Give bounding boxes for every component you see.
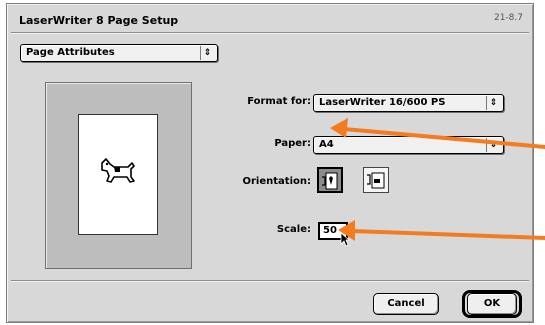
paper-popup[interactable]: A4 ⇕: [313, 136, 504, 154]
dialog-title: LaserWriter 8 Page Setup: [19, 14, 179, 27]
version-label: 21-8.7: [493, 13, 523, 23]
portrait-orientation-icon: [322, 172, 338, 190]
page-preview: [45, 82, 192, 269]
title-divider: [11, 32, 529, 34]
popup-arrows-icon: ⇕: [486, 138, 500, 152]
paper-label: Paper:: [274, 138, 311, 149]
format-for-popup[interactable]: LaserWriter 16/600 PS ⇕: [313, 94, 504, 112]
section-popup[interactable]: Page Attributes ⇕: [20, 44, 218, 62]
scale-label: Scale:: [276, 224, 311, 235]
portrait-orientation-button[interactable]: [317, 167, 343, 193]
orientation-label: Orientation:: [242, 176, 312, 187]
section-popup-value: Page Attributes: [26, 47, 115, 58]
footer-divider: [11, 280, 529, 282]
landscape-orientation-icon: [367, 172, 385, 189]
mouse-cursor-icon: [340, 232, 350, 247]
format-for-label: Format for:: [247, 96, 311, 107]
paper-preview: [78, 114, 158, 235]
ok-button[interactable]: OK: [467, 293, 517, 315]
popup-arrows-icon: ⇕: [200, 46, 214, 60]
dogcow-icon: [101, 158, 135, 183]
landscape-orientation-button[interactable]: [363, 167, 389, 193]
paper-value: A4: [319, 139, 334, 150]
popup-arrows-icon: ⇕: [486, 96, 500, 110]
page-setup-dialog: LaserWriter 8 Page Setup 21-8.7 Page Att…: [6, 3, 534, 323]
cancel-button[interactable]: Cancel: [373, 293, 439, 315]
format-for-value: LaserWriter 16/600 PS: [319, 97, 446, 108]
